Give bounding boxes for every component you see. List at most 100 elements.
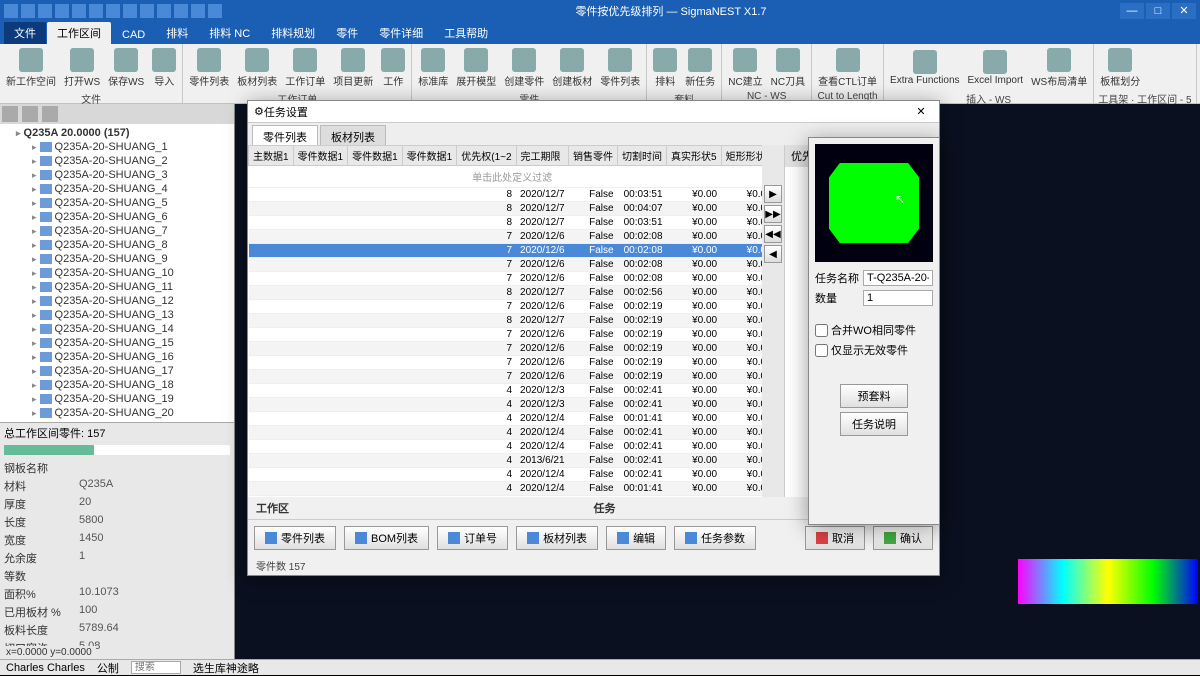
- tree-node[interactable]: Q235A-20-SHUANG_13: [2, 308, 232, 322]
- grid-header[interactable]: 完工期限: [516, 146, 569, 166]
- footer-button[interactable]: 编辑: [606, 526, 666, 550]
- ribbon-item[interactable]: 零件列表: [598, 46, 642, 90]
- qat-icon[interactable]: [191, 4, 205, 18]
- ribbon-item[interactable]: 导入: [150, 46, 178, 90]
- tree-node[interactable]: Q235A-20-SHUANG_14: [2, 322, 232, 336]
- grid-row[interactable]: 72020/12/6False00:02:19¥0.00¥0.00: [249, 342, 763, 356]
- tree-node[interactable]: Q235A-20-SHUANG_7: [2, 224, 232, 238]
- tree-node[interactable]: Q235A-20-SHUANG_11: [2, 280, 232, 294]
- grid-header[interactable]: 零件数据1: [402, 146, 457, 166]
- grid-row[interactable]: 42020/12/3False00:02:41¥0.00¥0.00: [249, 384, 763, 398]
- ribbon-item[interactable]: 项目更新: [331, 46, 375, 90]
- task-notes-button[interactable]: 任务说明: [840, 412, 908, 436]
- grid-row[interactable]: 72020/12/6False00:02:08¥0.00¥0.00: [249, 244, 763, 258]
- qat-icon[interactable]: [174, 4, 188, 18]
- ok-button[interactable]: 确认: [873, 526, 933, 550]
- move-all-left-button[interactable]: ◀◀: [764, 225, 782, 243]
- dialog-close-button[interactable]: ✕: [909, 105, 933, 118]
- tree-root[interactable]: Q235A 20.0000 (157): [2, 126, 232, 140]
- ribbon-item[interactable]: Excel Import: [966, 48, 1026, 88]
- ribbon-tab[interactable]: 排料: [156, 22, 198, 44]
- grid-row[interactable]: 42020/12/4False00:02:41¥0.00¥0.00: [249, 426, 763, 440]
- qat-icon[interactable]: [72, 4, 86, 18]
- dialog-tab-parts[interactable]: 零件列表: [252, 125, 318, 145]
- ribbon-item[interactable]: 工作订单: [283, 46, 327, 90]
- footer-button[interactable]: BOM列表: [344, 526, 429, 550]
- grid-header[interactable]: 主数据1: [249, 146, 294, 166]
- grid-row[interactable]: 72020/12/6False00:02:19¥0.00¥0.00: [249, 300, 763, 314]
- grid-row[interactable]: 82020/12/7False00:02:56¥0.00¥0.00: [249, 286, 763, 300]
- qty-input[interactable]: [863, 290, 933, 306]
- grid-row[interactable]: 72020/12/6False00:02:08¥0.00¥0.00: [249, 272, 763, 286]
- ribbon-tab[interactable]: CAD: [112, 26, 155, 44]
- taskname-input[interactable]: [863, 270, 933, 286]
- grid-row[interactable]: 42020/12/4False00:02:41¥0.00¥0.00: [249, 440, 763, 454]
- merge-wo-checkbox[interactable]: [815, 324, 828, 337]
- tree-node[interactable]: Q235A-20-SHUANG_16: [2, 350, 232, 364]
- footer-button[interactable]: 板材列表: [516, 526, 598, 550]
- grid-row[interactable]: 72020/12/6False00:02:08¥0.00¥0.00: [249, 258, 763, 272]
- ribbon-tab[interactable]: 排料 NC: [199, 22, 260, 44]
- search-input[interactable]: [131, 661, 181, 674]
- minimize-button[interactable]: —: [1120, 3, 1144, 19]
- filter-hint[interactable]: 单击此处定义过滤: [249, 166, 763, 188]
- ribbon-item[interactable]: 板框划分: [1098, 46, 1142, 90]
- ribbon-item[interactable]: 板材列表: [235, 46, 279, 90]
- ribbon-item[interactable]: 标准库: [416, 46, 450, 90]
- grid-row[interactable]: 82020/12/7False00:02:19¥0.00¥0.00: [249, 314, 763, 328]
- ribbon-item[interactable]: 创建板材: [550, 46, 594, 90]
- qat-icon[interactable]: [208, 4, 222, 18]
- grid-row[interactable]: 72020/12/6False00:02:19¥0.00¥0.00: [249, 356, 763, 370]
- nest-thumbnail[interactable]: [1018, 559, 1198, 604]
- grid-row[interactable]: 42020/12/4False00:01:41¥0.00¥0.00: [249, 482, 763, 496]
- ribbon-tab[interactable]: 零件详细: [369, 22, 433, 44]
- ribbon-item[interactable]: NC刀具: [769, 46, 807, 90]
- ribbon-tab[interactable]: 零件: [326, 22, 368, 44]
- grid-row[interactable]: 42020/12/4False00:02:41¥0.00¥0.00: [249, 468, 763, 482]
- tree-node[interactable]: Q235A-20-SHUANG_20: [2, 406, 232, 420]
- grid-row[interactable]: 72020/12/6False00:02:19¥0.00¥0.00: [249, 370, 763, 384]
- grid-header[interactable]: 真实形状5: [667, 146, 722, 166]
- qat-icon[interactable]: [157, 4, 171, 18]
- footer-button[interactable]: 任务参数: [674, 526, 756, 550]
- ribbon-item[interactable]: WS布局清单: [1029, 46, 1089, 90]
- grid-row[interactable]: 82020/12/7False00:03:51¥0.00¥0.00: [249, 188, 763, 202]
- tree-node[interactable]: Q235A-20-SHUANG_3: [2, 168, 232, 182]
- grid-header[interactable]: 零件数据1: [293, 146, 348, 166]
- qat-icon[interactable]: [55, 4, 69, 18]
- tree-node[interactable]: Q235A-20-SHUANG_8: [2, 238, 232, 252]
- ribbon-item[interactable]: NC建立: [726, 46, 764, 90]
- footer-button[interactable]: 零件列表: [254, 526, 336, 550]
- tree-node[interactable]: Q235A-20-SHUANG_10: [2, 266, 232, 280]
- grid-row[interactable]: 82020/12/7False00:04:07¥0.00¥0.00: [249, 202, 763, 216]
- ribbon-tab[interactable]: 排料规划: [261, 22, 325, 44]
- qat-icon[interactable]: [106, 4, 120, 18]
- grid-header[interactable]: 优先权(1~2: [457, 146, 516, 166]
- parts-tree[interactable]: Q235A 20.0000 (157)Q235A-20-SHUANG_1Q235…: [0, 124, 234, 422]
- grid-row[interactable]: 42020/12/3False00:02:41¥0.00¥0.00: [249, 398, 763, 412]
- qat-icon[interactable]: [89, 4, 103, 18]
- grid-header[interactable]: 矩形形状2: [721, 146, 762, 166]
- tool-icon[interactable]: [2, 106, 18, 122]
- qat-icon[interactable]: [140, 4, 154, 18]
- grid-row[interactable]: 82020/12/7False00:03:51¥0.00¥0.00: [249, 216, 763, 230]
- tree-node[interactable]: Q235A-20-SHUANG_2: [2, 154, 232, 168]
- move-left-button[interactable]: ◀: [764, 245, 782, 263]
- grid-header[interactable]: 零件数据1: [348, 146, 403, 166]
- grid-row[interactable]: 72020/12/6False00:02:08¥0.00¥0.00: [249, 230, 763, 244]
- move-right-button[interactable]: ▶: [764, 185, 782, 203]
- ribbon-item[interactable]: 排料: [651, 46, 679, 90]
- ribbon-item[interactable]: 工作: [379, 46, 407, 90]
- tool-icon[interactable]: [42, 106, 58, 122]
- ribbon-item[interactable]: 新任务: [683, 46, 717, 90]
- tree-node[interactable]: Q235A-20-SHUANG_19: [2, 392, 232, 406]
- tab-file[interactable]: 文件: [4, 22, 46, 44]
- tree-node[interactable]: Q235A-20-SHUANG_1: [2, 140, 232, 154]
- tree-node[interactable]: Q235A-20-SHUANG_4: [2, 182, 232, 196]
- ribbon-item[interactable]: Extra Functions: [888, 48, 961, 88]
- dialog-tab-sheets[interactable]: 板材列表: [320, 125, 386, 145]
- ribbon-tab[interactable]: 工具帮助: [434, 22, 498, 44]
- tree-node[interactable]: Q235A-20-SHUANG_5: [2, 196, 232, 210]
- invalid-only-checkbox[interactable]: [815, 344, 828, 357]
- grid-header[interactable]: 切割时间: [618, 146, 667, 166]
